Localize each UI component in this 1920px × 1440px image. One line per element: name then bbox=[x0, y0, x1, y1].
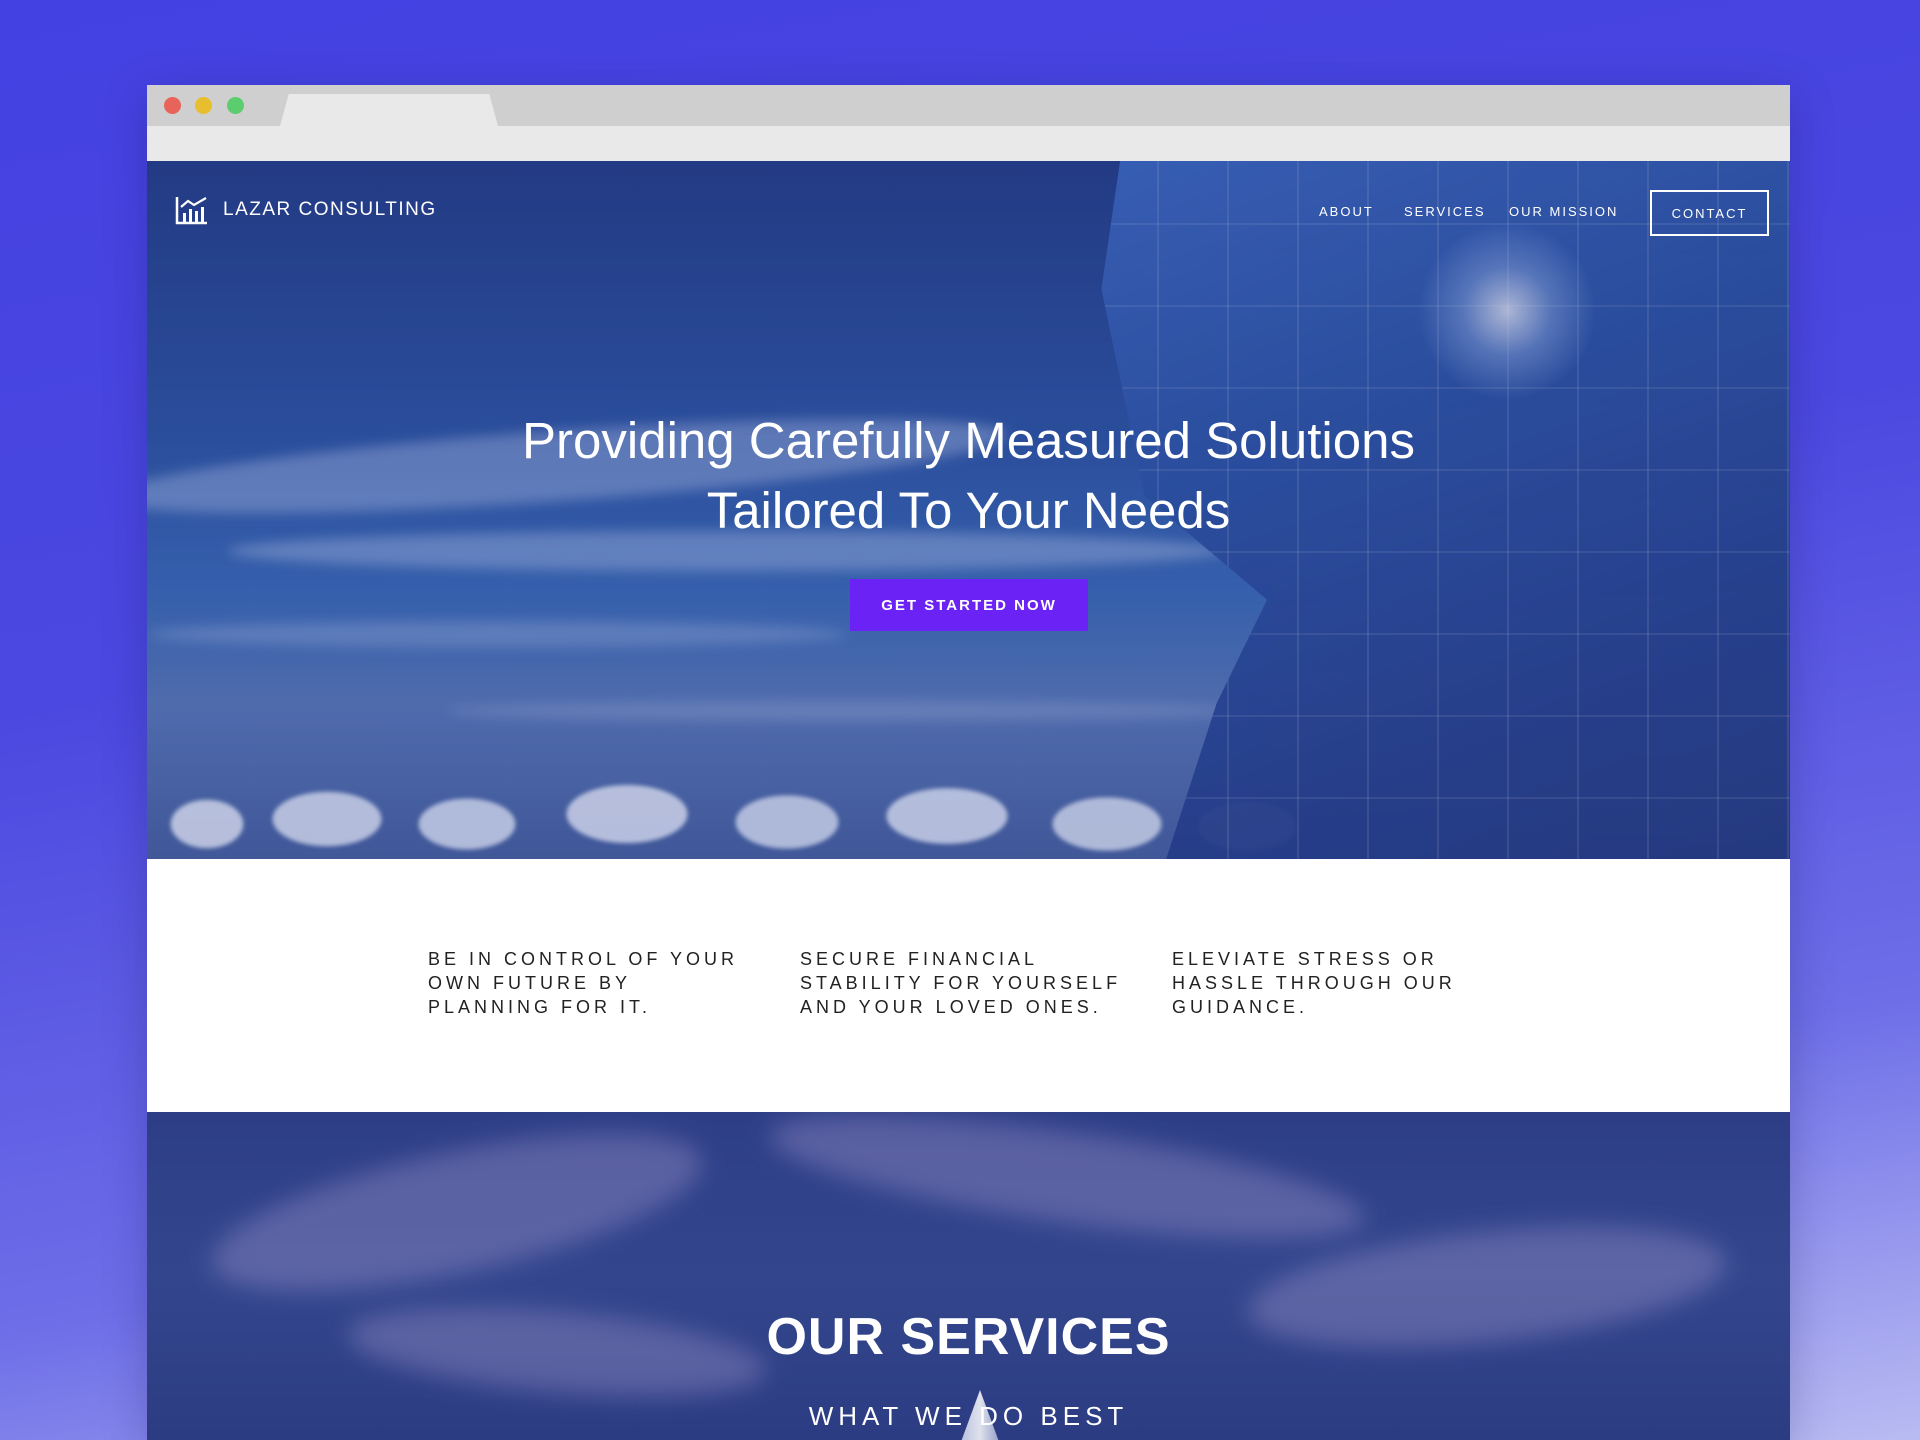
browser-toolbar bbox=[147, 126, 1790, 161]
maximize-window-button[interactable] bbox=[227, 97, 244, 114]
bar-chart-logo-icon bbox=[175, 197, 207, 225]
close-window-button[interactable] bbox=[164, 97, 181, 114]
feature-control-future: BE IN CONTROL OF YOUR OWN FUTURE BY PLAN… bbox=[428, 949, 739, 1017]
minimize-window-button[interactable] bbox=[195, 97, 212, 114]
features-section: BE IN CONTROL OF YOUR OWN FUTURE BY PLAN… bbox=[147, 859, 1790, 1112]
hero-section: LAZAR CONSULTING ABOUT SERVICES OUR MISS… bbox=[147, 161, 1790, 859]
feature-financial-stability: SECURE FINANCIAL STABILITY FOR YOURSELF … bbox=[800, 949, 1122, 1017]
nav-link-our-mission[interactable]: OUR MISSION bbox=[1509, 204, 1618, 219]
browser-window: LAZAR CONSULTING ABOUT SERVICES OUR MISS… bbox=[147, 85, 1790, 1440]
services-subtitle: WHAT WE DO BEST bbox=[808, 1401, 1129, 1431]
services-title: OUR SERVICES bbox=[766, 1308, 1171, 1366]
browser-titlebar bbox=[147, 85, 1790, 126]
brand-name: LAZAR CONSULTING bbox=[223, 199, 437, 220]
hero-headline-line-1: Providing Carefully Measured Solutions bbox=[522, 412, 1415, 469]
contact-button[interactable]: CONTACT bbox=[1650, 190, 1769, 236]
nav-link-about[interactable]: ABOUT bbox=[1319, 204, 1374, 219]
brand-logo-link[interactable]: LAZAR CONSULTING bbox=[175, 195, 437, 225]
cloud-wisp bbox=[199, 1112, 715, 1323]
hero-headline: Providing Carefully Measured Solutions T… bbox=[147, 406, 1790, 546]
cloud-wisp bbox=[763, 1112, 1371, 1264]
services-section: OUR SERVICES WHAT WE DO BEST bbox=[147, 1112, 1790, 1440]
nav-link-services[interactable]: SERVICES bbox=[1404, 204, 1486, 219]
hero-headline-line-2: Tailored To Your Needs bbox=[706, 482, 1231, 539]
get-started-button[interactable]: GET STARTED NOW bbox=[850, 579, 1088, 631]
browser-tab[interactable] bbox=[280, 94, 498, 126]
feature-stress-guidance: ELEVIATE STRESS OR HASSLE THROUGH OUR GU… bbox=[1172, 949, 1456, 1017]
